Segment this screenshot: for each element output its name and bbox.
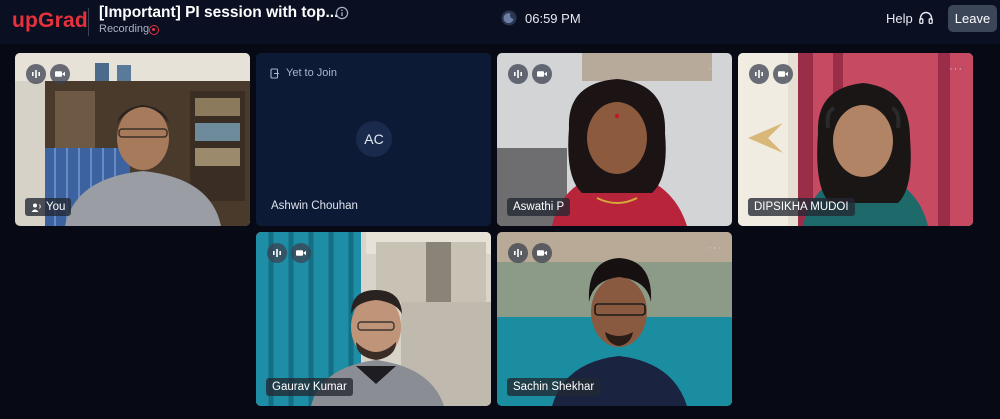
camera-icon[interactable]	[50, 64, 70, 84]
session-title: [Important] PI session with top...	[99, 4, 339, 21]
avatar: AC	[356, 121, 392, 157]
more-options-icon[interactable]: ···	[949, 63, 963, 75]
audio-level-icon[interactable]	[749, 64, 769, 84]
camera-icon[interactable]	[291, 243, 311, 263]
participant-name-tag: You	[25, 198, 72, 216]
info-icon[interactable]	[335, 6, 349, 20]
recording-indicator-icon	[149, 25, 159, 35]
video-tile-dipsikha-mudoi[interactable]: ··· DIPSIKHA MUDOI	[738, 53, 973, 226]
clock-icon	[501, 10, 517, 26]
headset-icon[interactable]	[918, 10, 934, 26]
top-bar: upGrad [Important] PI session with top..…	[0, 0, 1000, 44]
video-tile-sachin-shekhar[interactable]: ··· Sachin Shekhar	[497, 232, 732, 406]
audio-level-icon[interactable]	[508, 243, 528, 263]
video-tile-aswathi-p[interactable]: ··· Aswathi P	[497, 53, 732, 226]
join-status-label: Yet to Join	[286, 67, 337, 79]
participant-name: Ashwin Chouhan	[271, 200, 358, 212]
more-options-icon[interactable]: ···	[708, 63, 722, 75]
participant-name-tag: Gaurav Kumar	[266, 378, 353, 396]
video-tile-ashwin-chouhan[interactable]: Yet to Join AC Ashwin Chouhan	[256, 53, 491, 226]
participant-name: Gaurav Kumar	[272, 381, 347, 393]
video-tile-gaurav-kumar[interactable]: Gaurav Kumar	[256, 232, 491, 406]
camera-icon[interactable]	[532, 243, 552, 263]
more-options-icon[interactable]: ···	[708, 242, 722, 254]
join-status: Yet to Join	[270, 67, 337, 79]
leave-button[interactable]: Leave	[948, 5, 997, 32]
participant-name: Sachin Shekhar	[513, 381, 595, 393]
header-divider	[88, 8, 89, 36]
participant-name: Aswathi P	[513, 201, 565, 213]
audio-level-icon[interactable]	[508, 64, 528, 84]
participant-name-tag: DIPSIKHA MUDOI	[748, 198, 855, 216]
audio-level-icon[interactable]	[26, 64, 46, 84]
session-time: 06:59 PM	[525, 11, 581, 26]
camera-icon[interactable]	[532, 64, 552, 84]
participant-name-tag: Aswathi P	[507, 198, 571, 216]
camera-icon[interactable]	[773, 64, 793, 84]
upgrad-logo: upGrad	[12, 9, 88, 32]
audio-level-icon[interactable]	[267, 243, 287, 263]
video-tile-you[interactable]: You	[15, 53, 250, 226]
participant-name: DIPSIKHA MUDOI	[754, 201, 849, 213]
door-join-icon	[270, 67, 279, 79]
help-link[interactable]: Help	[886, 11, 913, 26]
participant-name-tag: Sachin Shekhar	[507, 378, 601, 396]
participant-name: You	[46, 201, 66, 213]
user-voice-icon	[31, 203, 41, 212]
recording-label: Recording	[99, 23, 150, 35]
